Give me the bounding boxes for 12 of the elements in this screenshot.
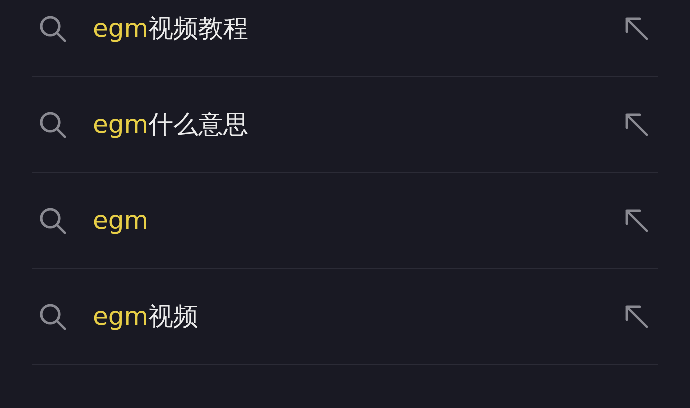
arrow-up-left-icon[interactable] [624,208,650,234]
search-icon [38,14,68,44]
search-icon [38,206,68,236]
suggestion-text[interactable]: egm什么意思 [93,108,624,141]
arrow-up-left-icon[interactable] [624,304,650,330]
arrow-up-left-icon[interactable] [624,112,650,138]
search-icon [38,110,68,140]
arrow-up-left-icon[interactable] [624,16,650,42]
suggestion-text[interactable]: egm视频 [93,300,624,333]
suggestion-text[interactable]: egm视频教程 [93,12,624,45]
suggestion-text[interactable]: egm [93,206,624,235]
search-icon [38,302,68,332]
